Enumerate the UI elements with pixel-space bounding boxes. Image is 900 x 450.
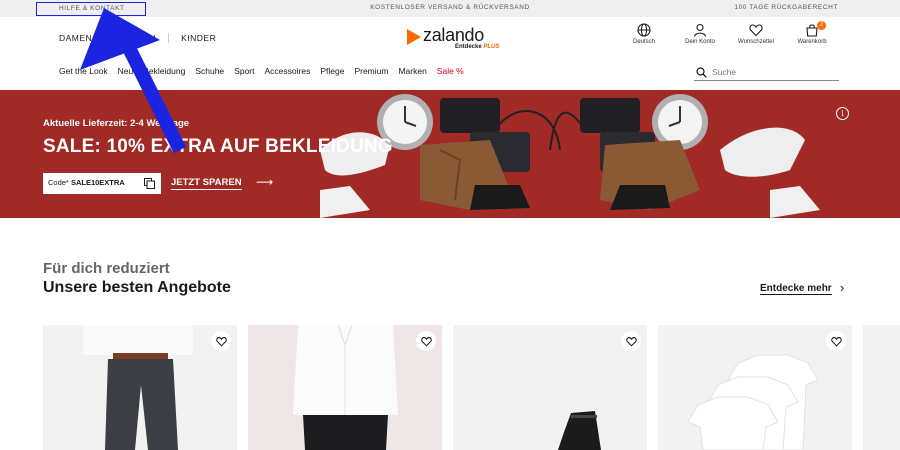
- product-card[interactable]: [248, 325, 442, 450]
- language-button[interactable]: Deutsch: [616, 23, 672, 45]
- nav-item-schuhe[interactable]: Schuhe: [195, 66, 224, 76]
- discover-more-link[interactable]: Entdecke mehr: [760, 283, 832, 295]
- globe-icon: [637, 23, 651, 37]
- arrow-right-icon[interactable]: ⟶: [256, 175, 273, 189]
- logo-tagline: Entdecke PLUS: [455, 44, 500, 50]
- delivery-time-text: Aktuelle Lieferzeit: 2-4 Werktage: [43, 118, 190, 129]
- language-label: Deutsch: [632, 39, 655, 45]
- logo-wordmark: zalando: [423, 25, 484, 45]
- info-icon[interactable]: i: [836, 107, 849, 120]
- logo-mark-icon: [407, 29, 421, 45]
- heart-icon: [749, 24, 763, 37]
- nav-item-sale[interactable]: Sale %: [437, 66, 464, 76]
- banner-headline: SALE: 10% EXTRA AUF BEKLEIDUNG: [43, 136, 393, 157]
- promo-banner[interactable]: Aktuelle Lieferzeit: 2-4 Werktage SALE: …: [0, 90, 900, 218]
- tab-damen[interactable]: DAMEN: [59, 33, 92, 43]
- header-actions: Deutsch Dein Konto Wunschzettel 2 Warenk…: [616, 21, 840, 45]
- divider: [168, 33, 170, 43]
- return-policy-text: 100 TAGE RÜCKGABERECHT: [734, 4, 838, 11]
- cart-label: Warenkorb: [797, 39, 827, 45]
- nav-item-accessoires[interactable]: Accessoires: [265, 66, 311, 76]
- promo-code-box[interactable]: Code* SALE10EXTRA: [43, 173, 161, 194]
- cart-button[interactable]: 2 Warenkorb: [784, 21, 840, 45]
- heart-icon: [830, 336, 842, 347]
- main-header: DAMEN HERREN KINDER zalando Entdecke PLU…: [0, 17, 900, 60]
- wishlist-toggle[interactable]: [621, 331, 641, 351]
- product-card[interactable]: [658, 325, 852, 450]
- nav-item-get-the-look[interactable]: Get the Look: [59, 66, 108, 76]
- product-card[interactable]: [43, 325, 237, 450]
- shop-now-link[interactable]: JETZT SPAREN: [171, 177, 242, 190]
- nav-item-premium[interactable]: Premium: [354, 66, 388, 76]
- promo-code-label: Code*: [48, 178, 69, 187]
- wishlist-toggle[interactable]: [211, 331, 231, 351]
- tab-herren[interactable]: HERREN: [117, 33, 156, 43]
- zalando-logo[interactable]: zalando Entdecke PLUS: [407, 25, 507, 55]
- product-image-shirt: [293, 325, 398, 450]
- divider: [104, 33, 106, 43]
- account-button[interactable]: Dein Konto: [672, 23, 728, 45]
- search-box[interactable]: [694, 64, 839, 81]
- chevron-right-icon[interactable]: ›: [840, 280, 844, 295]
- tab-kinder[interactable]: KINDER: [181, 33, 216, 43]
- banner-product-collage: [320, 94, 820, 218]
- nav-item-marken[interactable]: Marken: [398, 66, 426, 76]
- wishlist-label: Wunschzettel: [738, 39, 774, 45]
- category-nav: Get the Look Neu Bekleidung Schuhe Sport…: [59, 66, 474, 76]
- product-card[interactable]: [453, 325, 647, 450]
- nav-item-bekleidung[interactable]: Bekleidung: [143, 66, 185, 76]
- wishlist-toggle[interactable]: [416, 331, 436, 351]
- promo-code-value: SALE10EXTRA: [70, 178, 125, 187]
- wishlist-toggle[interactable]: [826, 331, 846, 351]
- nav-item-neu[interactable]: Neu: [118, 66, 134, 76]
- account-label: Dein Konto: [685, 39, 715, 45]
- search-icon: [696, 67, 707, 78]
- product-image-tshirts: [687, 354, 819, 450]
- product-image-trousers: [83, 325, 193, 450]
- user-icon: [693, 23, 707, 37]
- search-input[interactable]: [712, 65, 832, 79]
- gender-tabs: DAMEN HERREN KINDER: [59, 33, 216, 43]
- heart-icon: [215, 336, 227, 347]
- section-title: Unsere besten Angebote: [43, 279, 231, 296]
- top-bar: HILFE & KONTAKT KOSTENLOSER VERSAND & RÜ…: [0, 0, 900, 17]
- wishlist-button[interactable]: Wunschzettel: [728, 23, 784, 45]
- heart-icon: [625, 336, 637, 347]
- product-image-boot: [558, 411, 601, 450]
- section-subtitle: Für dich reduziert: [43, 260, 170, 277]
- nav-item-pflege[interactable]: Pflege: [320, 66, 344, 76]
- product-card-partial[interactable]: [863, 325, 900, 450]
- heart-icon: [420, 336, 432, 347]
- nav-item-sport[interactable]: Sport: [234, 66, 254, 76]
- copy-icon[interactable]: [144, 178, 155, 189]
- cart-count-badge: 2: [817, 21, 826, 30]
